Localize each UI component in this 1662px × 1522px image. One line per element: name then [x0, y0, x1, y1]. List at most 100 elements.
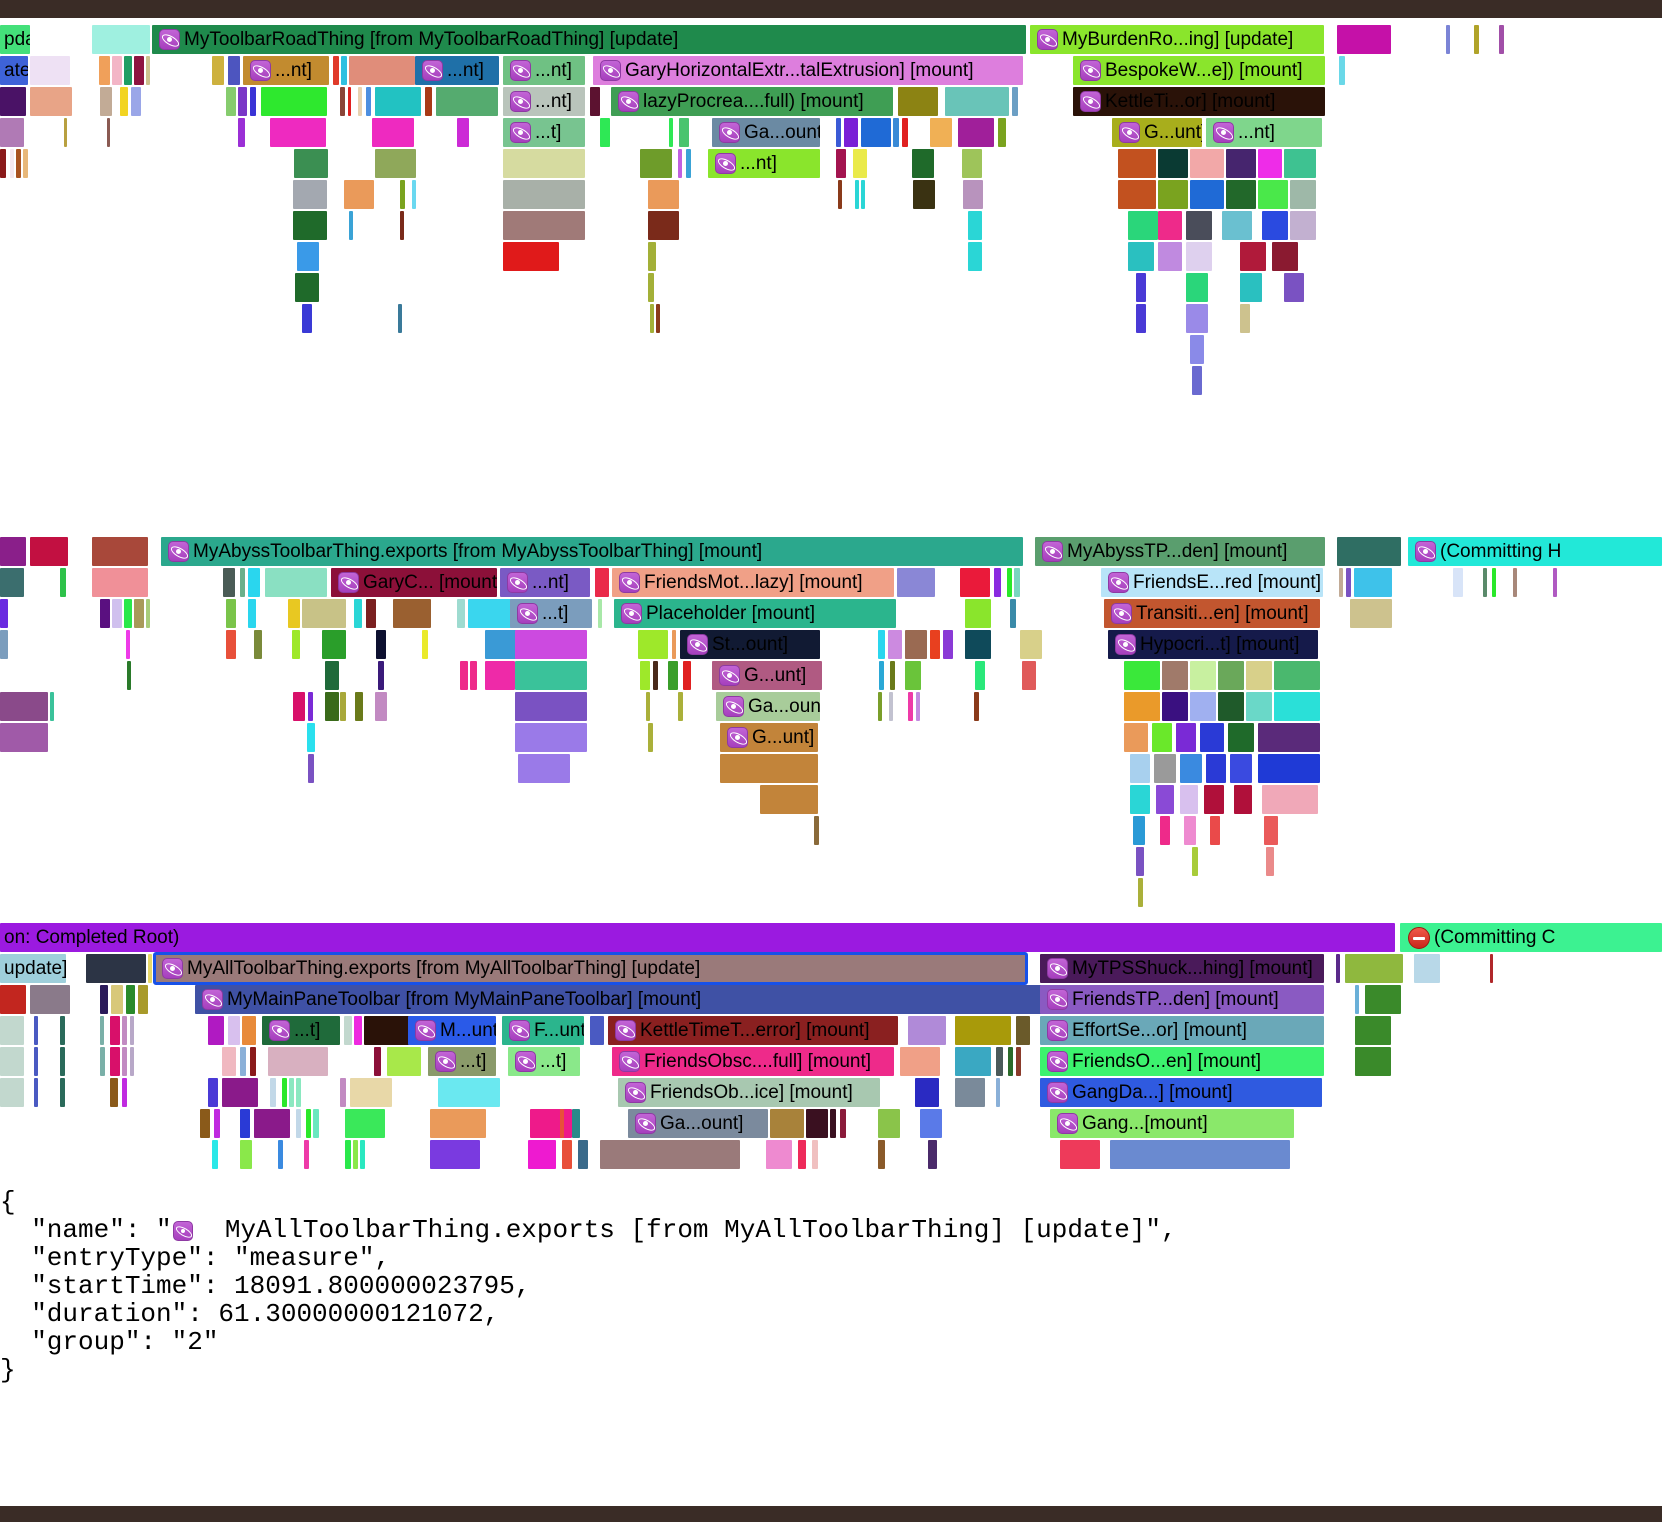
- flamegraph-node[interactable]: [226, 599, 236, 628]
- flamegraph-node-labeled[interactable]: MyAbyssTP...den] [mount]: [1035, 537, 1325, 566]
- flamegraph-node[interactable]: [1446, 25, 1450, 54]
- flamegraph-node[interactable]: [908, 1016, 946, 1045]
- flamegraph-node[interactable]: [200, 1109, 210, 1138]
- flamegraph-node[interactable]: [1264, 816, 1278, 845]
- flamegraph-node[interactable]: [146, 56, 150, 85]
- flamegraph-node[interactable]: [353, 1140, 358, 1169]
- flamegraph-node[interactable]: [127, 661, 131, 690]
- flamegraph-node[interactable]: [1499, 25, 1504, 54]
- flamegraph-node[interactable]: [228, 56, 240, 85]
- flamegraph-node[interactable]: [242, 1016, 256, 1045]
- flamegraph-node[interactable]: [928, 1140, 937, 1169]
- flamegraph-node[interactable]: [110, 1078, 118, 1107]
- flamegraph-node[interactable]: [958, 118, 994, 147]
- flamegraph-node[interactable]: [1008, 1047, 1013, 1076]
- flamegraph-node[interactable]: [122, 1016, 127, 1045]
- flamegraph-node[interactable]: [212, 56, 224, 85]
- flamegraph-node[interactable]: [289, 1078, 294, 1107]
- flamegraph-node[interactable]: [126, 985, 135, 1014]
- flamegraph-node[interactable]: [485, 661, 515, 690]
- flamegraph-node[interactable]: [638, 630, 668, 659]
- flamegraph-node[interactable]: [1339, 568, 1343, 597]
- flamegraph-node[interactable]: [861, 118, 891, 147]
- flamegraph-node[interactable]: [912, 149, 934, 178]
- flamegraph-node[interactable]: [1234, 785, 1252, 814]
- flamegraph-node[interactable]: [766, 1140, 792, 1169]
- flamegraph-node[interactable]: [1192, 847, 1198, 876]
- flamegraph-node[interactable]: [340, 87, 345, 116]
- flamegraph-node[interactable]: [296, 1078, 301, 1107]
- flamegraph-node[interactable]: [0, 149, 6, 178]
- flamegraph-node[interactable]: [60, 568, 66, 597]
- flamegraph-node-labeled[interactable]: ...nt]: [415, 56, 499, 85]
- flamegraph-node[interactable]: [1345, 954, 1403, 983]
- flamegraph-node[interactable]: [30, 56, 70, 85]
- flamegraph-node[interactable]: [16, 149, 21, 178]
- flamegraph-node[interactable]: [248, 599, 256, 628]
- flamegraph-node-labeled[interactable]: G...unt]: [1112, 118, 1202, 147]
- flamegraph-node[interactable]: [457, 599, 465, 628]
- flamegraph-node[interactable]: [1337, 25, 1391, 54]
- flamegraph-node[interactable]: [378, 661, 384, 690]
- flamegraph-node[interactable]: [349, 56, 415, 85]
- flamegraph-node[interactable]: [354, 1016, 362, 1045]
- flamegraph-node[interactable]: [678, 149, 682, 178]
- flamegraph-node-labeled[interactable]: Ga...ount]: [628, 1109, 768, 1138]
- flamegraph-node[interactable]: [366, 599, 376, 628]
- flamegraph-node-labeled[interactable]: Placeholder [mount]: [614, 599, 896, 628]
- flamegraph-node[interactable]: [814, 816, 819, 845]
- flamegraph-node[interactable]: [1186, 242, 1212, 271]
- flamegraph-node[interactable]: [122, 1078, 127, 1107]
- flamegraph-node[interactable]: [30, 87, 72, 116]
- flamegraph-node[interactable]: [518, 754, 570, 783]
- flamegraph-node[interactable]: [100, 599, 110, 628]
- flamegraph-node[interactable]: [60, 1047, 65, 1076]
- flamegraph-node[interactable]: [124, 56, 132, 85]
- flamegraph-node[interactable]: [100, 1047, 105, 1076]
- flamegraph-node[interactable]: [515, 692, 587, 721]
- flamegraph-node[interactable]: [345, 1109, 385, 1138]
- flamegraph-node[interactable]: [292, 630, 300, 659]
- flamegraph-node[interactable]: [844, 118, 858, 147]
- flamegraph-node[interactable]: [1492, 568, 1496, 597]
- flamegraph-node[interactable]: [878, 630, 885, 659]
- flamegraph-node[interactable]: [878, 692, 882, 721]
- flamegraph-node[interactable]: [307, 723, 315, 752]
- flamegraph-node-labeled[interactable]: lazyProcrea....full) [mount]: [611, 87, 893, 116]
- flamegraph-node[interactable]: [968, 242, 982, 271]
- flamegraph-node[interactable]: [92, 25, 150, 54]
- flamegraph-node[interactable]: [960, 568, 990, 597]
- flamegraph-node[interactable]: [1190, 661, 1216, 690]
- flamegraph-node[interactable]: [1060, 1140, 1100, 1169]
- flamegraph-node[interactable]: [344, 180, 374, 209]
- flamegraph-node[interactable]: [226, 87, 236, 116]
- flamegraph-node[interactable]: [1007, 568, 1012, 597]
- flamegraph-node[interactable]: [30, 537, 68, 566]
- flamegraph-node[interactable]: [146, 599, 150, 628]
- flamegraph-node-labeled[interactable]: ...t]: [508, 1047, 580, 1076]
- flamegraph-node[interactable]: [430, 1140, 480, 1169]
- flamegraph-node[interactable]: [1228, 723, 1254, 752]
- flamegraph-node[interactable]: [92, 568, 148, 597]
- flamegraph-node[interactable]: [228, 1016, 240, 1045]
- flamegraph-node[interactable]: [1258, 754, 1320, 783]
- flamegraph-node[interactable]: [853, 149, 867, 178]
- flamegraph-node[interactable]: [60, 1016, 65, 1045]
- flamegraph-node[interactable]: [1226, 180, 1256, 209]
- flamegraph-node[interactable]: [879, 661, 884, 690]
- flamegraph-node[interactable]: [1240, 304, 1250, 333]
- flamegraph-node[interactable]: [915, 1078, 939, 1107]
- flamegraph-node[interactable]: [893, 118, 899, 147]
- flamegraph-node[interactable]: [974, 692, 979, 721]
- flamegraph-node[interactable]: [578, 1140, 588, 1169]
- flamegraph-node[interactable]: [838, 180, 842, 209]
- flamegraph-node[interactable]: [110, 1047, 120, 1076]
- flamegraph-node[interactable]: [282, 1078, 287, 1107]
- flamegraph-node[interactable]: [1128, 211, 1158, 240]
- flamegraph-node[interactable]: [293, 211, 327, 240]
- flamegraph-node[interactable]: [0, 1078, 24, 1107]
- flamegraph-node[interactable]: [134, 599, 144, 628]
- flamegraph-node[interactable]: [1186, 211, 1212, 240]
- flamegraph-node[interactable]: [1240, 273, 1262, 302]
- flamegraph-node[interactable]: [600, 1140, 740, 1169]
